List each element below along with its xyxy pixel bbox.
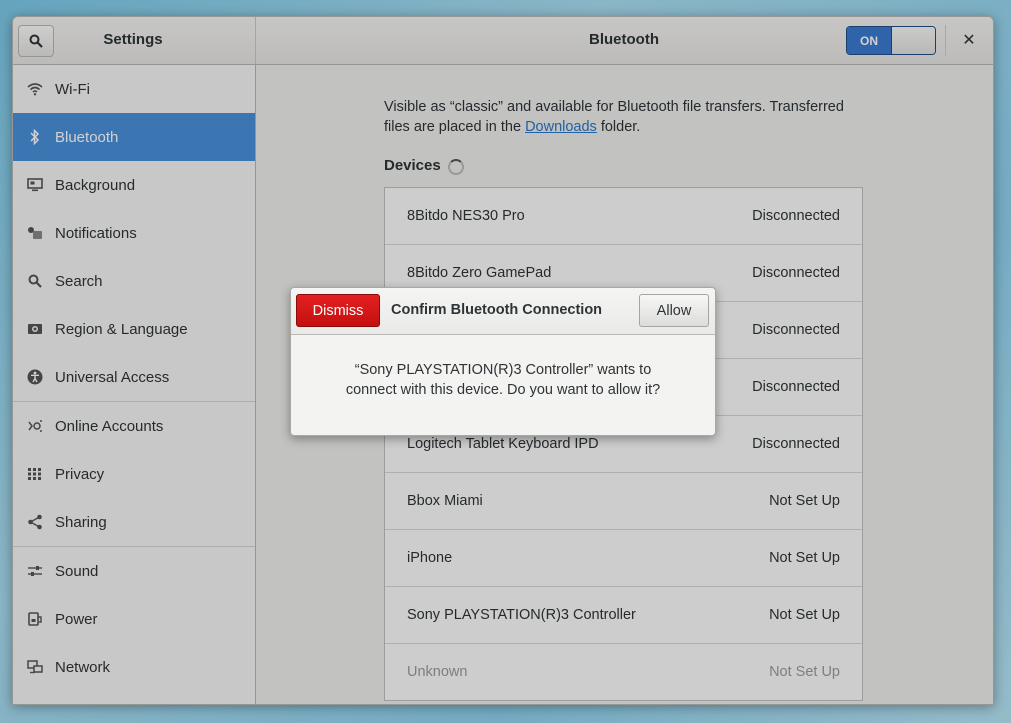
sidebar-item-online-accounts[interactable]: Online Accounts: [13, 402, 255, 450]
power-icon: [25, 609, 45, 629]
device-status: Not Set Up: [769, 607, 840, 623]
sidebar-item-label: Background: [55, 176, 136, 194]
close-button[interactable]: ✕: [959, 30, 979, 50]
dismiss-button[interactable]: Dismiss: [296, 294, 380, 327]
device-row[interactable]: iPhone Not Set Up: [385, 530, 862, 587]
sidebar-item-label: Search: [55, 272, 103, 290]
device-name: Sony PLAYSTATION(R)3 Controller: [407, 607, 636, 623]
sidebar-item-region[interactable]: Region & Language: [13, 305, 255, 353]
sidebar-item-label: Online Accounts: [55, 417, 164, 435]
device-name: 8Bitdo NES30 Pro: [407, 208, 525, 224]
device-status: Disconnected: [752, 208, 840, 224]
background-icon: [25, 175, 45, 195]
region-icon: [25, 319, 45, 339]
device-name: Bbox Miami: [407, 493, 483, 509]
sidebar-item-label: Power: [55, 610, 98, 628]
sidebar-item-notifications[interactable]: Notifications: [13, 209, 255, 257]
close-icon: ✕: [962, 32, 976, 49]
notifications-icon: [25, 223, 45, 243]
dialog-message: “Sony PLAYSTATION(R)3 Controller” wants …: [291, 360, 715, 400]
sidebar-item-network[interactable]: Network: [13, 643, 255, 691]
search-button[interactable]: [18, 25, 54, 57]
network-icon: [25, 657, 45, 677]
sidebar-item-search[interactable]: Search: [13, 257, 255, 305]
device-status: Disconnected: [752, 265, 840, 281]
online-accounts-icon: [25, 416, 45, 436]
device-name: Logitech Tablet Keyboard IPD: [407, 436, 599, 452]
device-row[interactable]: Sony PLAYSTATION(R)3 Controller Not Set …: [385, 587, 862, 644]
sidebar-item-label: Wi-Fi: [55, 80, 90, 98]
sidebar-item-power[interactable]: Power: [13, 595, 255, 643]
accessibility-icon: [25, 367, 45, 387]
visibility-description: Visible as “classic” and available for B…: [384, 97, 864, 137]
sidebar-item-background[interactable]: Background: [13, 161, 255, 209]
toggle-knob[interactable]: [891, 27, 935, 54]
devices-heading: Devices: [384, 157, 441, 174]
sidebar-item-sound[interactable]: Sound: [13, 547, 255, 595]
sidebar-item-label: Sound: [55, 562, 99, 580]
dialog-message-line1: “Sony PLAYSTATION(R)3 Controller” wants …: [354, 362, 652, 378]
device-status: Disconnected: [752, 379, 840, 395]
header-bar: Settings Bluetooth ON ✕: [13, 17, 993, 65]
bluetooth-icon: [25, 127, 45, 147]
device-list: 8Bitdo NES30 Pro Disconnected 8Bitdo Zer…: [384, 187, 863, 701]
sidebar-item-label: Region & Language: [55, 320, 188, 338]
privacy-icon: [25, 464, 45, 484]
sidebar-item-label: Universal Access: [55, 368, 170, 386]
sidebar-item-universal-access[interactable]: Universal Access: [13, 353, 255, 401]
sidebar-item-label: Network: [55, 658, 111, 676]
sidebar-item-label: Notifications: [55, 224, 137, 242]
device-row[interactable]: Bbox Miami Not Set Up: [385, 473, 862, 530]
device-status: Not Set Up: [769, 550, 840, 566]
bluetooth-toggle[interactable]: ON: [846, 26, 936, 55]
device-status: Not Set Up: [769, 664, 840, 680]
confirm-bluetooth-dialog: Dismiss Confirm Bluetooth Connection All…: [290, 287, 716, 436]
search-icon: [29, 34, 43, 48]
description-text-end: folder.: [596, 119, 641, 135]
search-icon: [25, 271, 45, 291]
header-left: Settings: [13, 17, 256, 64]
device-name: iPhone: [407, 550, 453, 566]
scanning-spinner-icon: [448, 159, 464, 175]
sidebar-item-wifi[interactable]: Wi-Fi: [13, 65, 255, 113]
device-status: Disconnected: [752, 436, 840, 452]
device-status: Not Set Up: [769, 493, 840, 509]
device-row[interactable]: Unknown Not Set Up: [385, 644, 862, 700]
sidebar-item-label: Bluetooth: [55, 128, 119, 146]
sidebar: Wi-Fi Bluetooth Background Notifications…: [13, 65, 256, 704]
dialog-title: Confirm Bluetooth Connection: [391, 302, 603, 318]
settings-title: Settings: [103, 31, 163, 48]
sidebar-item-privacy[interactable]: Privacy: [13, 450, 255, 498]
device-status: Disconnected: [752, 322, 840, 338]
sidebar-item-label: Sharing: [55, 513, 107, 531]
toggle-on-label: ON: [847, 27, 891, 54]
downloads-link[interactable]: Downloads: [525, 119, 597, 135]
dialog-header: Dismiss Confirm Bluetooth Connection All…: [291, 288, 715, 335]
sound-icon: [25, 561, 45, 581]
wifi-icon: [25, 79, 45, 99]
allow-button[interactable]: Allow: [639, 294, 709, 327]
sharing-icon: [25, 512, 45, 532]
sidebar-item-label: Privacy: [55, 465, 105, 483]
dialog-message-line2: connect with this device. Do you want to…: [345, 382, 661, 398]
header-separator: [945, 25, 946, 56]
sidebar-item-bluetooth[interactable]: Bluetooth: [13, 113, 255, 161]
sidebar-item-sharing[interactable]: Sharing: [13, 498, 255, 546]
device-name: Unknown: [407, 664, 468, 680]
device-row[interactable]: 8Bitdo NES30 Pro Disconnected: [385, 188, 862, 245]
device-name: 8Bitdo Zero GamePad: [407, 265, 552, 281]
